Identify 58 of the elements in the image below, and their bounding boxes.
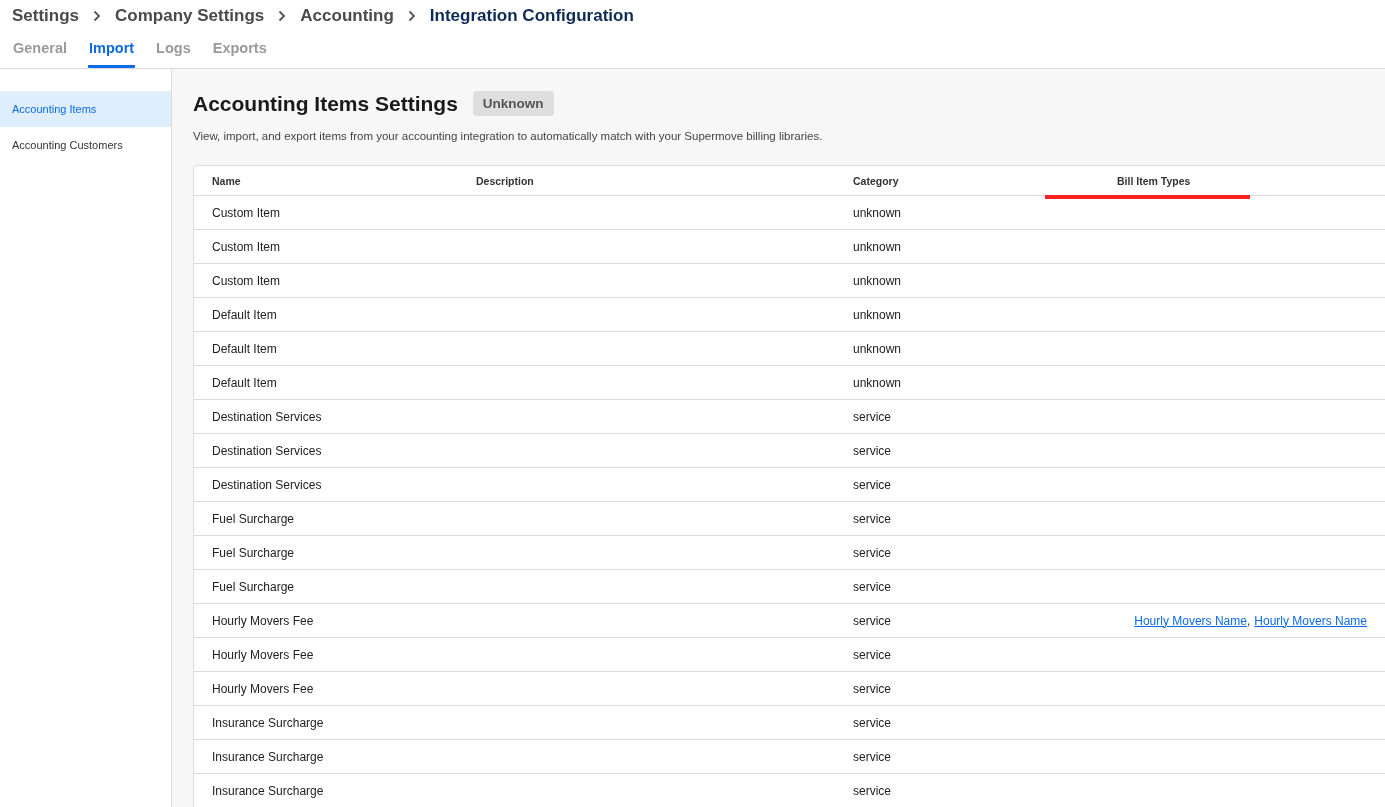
table-cell-text: service bbox=[853, 477, 892, 492]
table-cell-text: Fuel Surcharge bbox=[212, 545, 296, 560]
table-cell-text: service bbox=[853, 715, 892, 730]
table-cell-text: Fuel Surcharge bbox=[212, 511, 296, 526]
table-cell-text: service bbox=[853, 749, 892, 764]
table-cell-text: service bbox=[853, 681, 892, 696]
column-header: Description bbox=[476, 174, 535, 187]
chevron-right-icon bbox=[407, 10, 416, 22]
sidebar-item[interactable]: Accounting Customers bbox=[0, 127, 171, 163]
table-cell-text: unknown bbox=[853, 205, 903, 220]
column-header: Category bbox=[853, 174, 900, 187]
column-header: Bill Item Types bbox=[1116, 174, 1192, 187]
breadcrumb-item[interactable]: Company Settings bbox=[115, 6, 265, 26]
status-badge: Unknown bbox=[472, 91, 554, 116]
table-cell-text: Hourly Movers Fee bbox=[212, 681, 315, 696]
page-description: View, import, and export items from your accounting integration to automatically match with your Supermove billing libraries. bbox=[193, 130, 824, 142]
comma-separator: , bbox=[1246, 613, 1251, 628]
table-cell-text: Destination Services bbox=[212, 443, 323, 458]
table-cell-text: unknown bbox=[853, 307, 903, 322]
table-cell-text: Default Item bbox=[212, 375, 278, 390]
table-cell-text: Hourly Movers Fee bbox=[212, 613, 315, 628]
table-cell-text: service bbox=[853, 409, 892, 424]
table-cell-text: Custom Item bbox=[212, 273, 281, 288]
tab[interactable]: General bbox=[12, 38, 68, 68]
bill-item-type-link[interactable]: Hourly Movers Name bbox=[1254, 613, 1367, 628]
table-cell-text: service bbox=[853, 579, 892, 594]
table-cell-text: Insurance Surcharge bbox=[212, 749, 325, 764]
table-cell-text: Hourly Movers Fee bbox=[212, 647, 315, 662]
table-cell-text: Insurance Surcharge bbox=[212, 715, 325, 730]
table-cell-text: Destination Services bbox=[212, 477, 323, 492]
bill-item-type-link[interactable]: Hourly Movers Name bbox=[1134, 613, 1247, 628]
table-cell-text: Insurance Surcharge bbox=[212, 783, 325, 798]
table-cell-text: service bbox=[853, 443, 892, 458]
table-cell-text: unknown bbox=[853, 375, 903, 390]
table-cell-text: Custom Item bbox=[212, 239, 281, 254]
table-cell-text: Default Item bbox=[212, 307, 278, 322]
table-cell-text: service bbox=[853, 647, 892, 662]
table-cell-text: service bbox=[853, 545, 892, 560]
table-cell-text: unknown bbox=[853, 239, 903, 254]
breadcrumb-item: Integration Configuration bbox=[429, 6, 634, 26]
page-title: Accounting Items Settings bbox=[193, 91, 458, 116]
sidebar-item[interactable]: Accounting Items bbox=[0, 91, 171, 127]
breadcrumb-item[interactable]: Settings bbox=[12, 6, 80, 26]
table-cell-text: unknown bbox=[853, 341, 903, 356]
breadcrumb-item[interactable]: Accounting bbox=[300, 6, 394, 26]
table-cell-text: service bbox=[853, 783, 892, 798]
table-cell-text: Custom Item bbox=[212, 205, 281, 220]
chevron-right-icon bbox=[93, 10, 102, 22]
table-cell-text: Fuel Surcharge bbox=[212, 579, 296, 594]
table-cell-text: Default Item bbox=[212, 341, 278, 356]
tab[interactable]: Logs bbox=[155, 38, 192, 68]
table-cell-text: unknown bbox=[853, 273, 903, 288]
table-cell-text: service bbox=[853, 511, 892, 526]
chevron-right-icon bbox=[278, 10, 287, 22]
table-cell-text: Destination Services bbox=[212, 409, 323, 424]
column-header: Name bbox=[212, 174, 242, 187]
tab[interactable]: Exports bbox=[211, 38, 268, 68]
table-cell-text: service bbox=[853, 613, 892, 628]
